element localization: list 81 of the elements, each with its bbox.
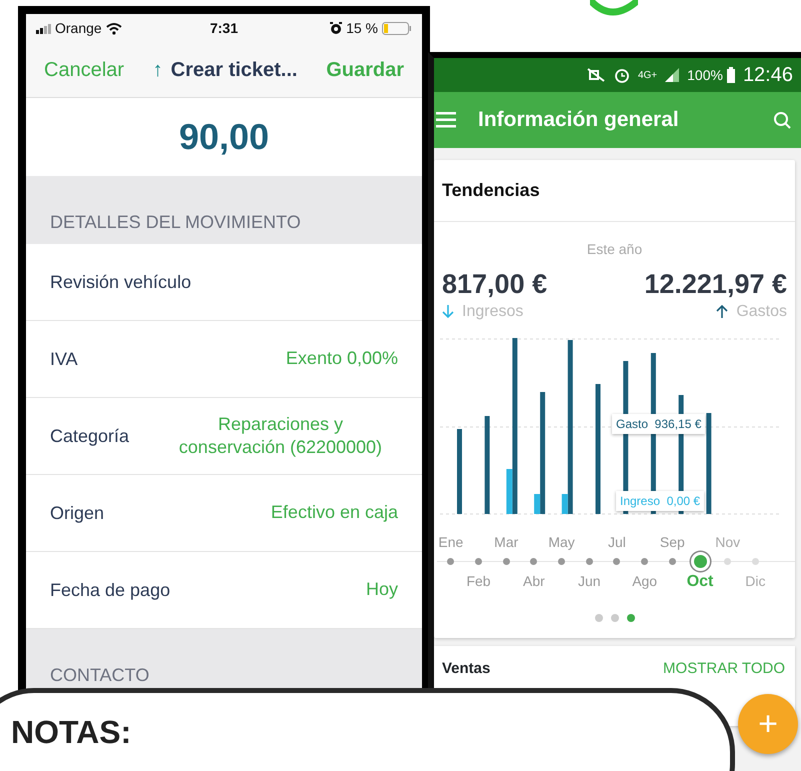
month-label[interactable]: Feb xyxy=(466,572,491,589)
mute-icon xyxy=(586,67,606,83)
page-dot[interactable] xyxy=(594,614,602,622)
battery-icon xyxy=(726,67,735,83)
income-bar xyxy=(506,468,512,514)
month-dot[interactable] xyxy=(502,558,510,565)
month-dot[interactable] xyxy=(690,552,710,571)
network-type: 4G+ xyxy=(638,68,658,82)
income-bar xyxy=(534,494,540,514)
form-row[interactable]: Categoría Reparaciones y conservación (62200000) xyxy=(26,398,422,475)
chart-tooltip: Ingreso 0,00 € xyxy=(616,490,704,511)
amount-value: 90,00 xyxy=(178,115,270,159)
month-dot[interactable] xyxy=(558,558,566,565)
form-row[interactable]: Origen Efectivo en caja xyxy=(26,475,422,552)
show-all-link[interactable]: MOSTRAR TODO xyxy=(663,658,785,680)
month-label[interactable]: Jun xyxy=(578,572,601,589)
month-dot[interactable] xyxy=(668,558,676,565)
card-title: Tendencias xyxy=(442,179,540,202)
menu-button[interactable] xyxy=(436,112,456,128)
search-button[interactable] xyxy=(773,111,791,129)
month-label[interactable]: Ago xyxy=(632,572,658,589)
search-icon xyxy=(773,111,791,129)
add-button[interactable]: + xyxy=(738,694,798,754)
battery-icon xyxy=(382,22,412,34)
status-time: 12:46 xyxy=(742,63,793,88)
field-label: IVA xyxy=(50,348,78,370)
month-dot[interactable] xyxy=(586,558,593,565)
cancel-link[interactable]: Cancelar xyxy=(44,54,124,84)
wifi-icon xyxy=(106,22,122,34)
month-dot[interactable] xyxy=(447,558,454,565)
month-label[interactable]: Jul xyxy=(608,534,626,550)
down-arrow-icon xyxy=(442,305,454,318)
field-value: Exento 0,00% xyxy=(286,347,398,370)
field-value: Hoy xyxy=(366,578,398,602)
month-label[interactable]: Mar xyxy=(494,534,518,550)
month-label[interactable]: May xyxy=(548,534,575,550)
notes-title: NOTAS: xyxy=(11,714,132,750)
income-bar xyxy=(562,494,568,514)
period-label: Este año xyxy=(586,241,642,257)
alarm-icon xyxy=(330,22,342,34)
month-label[interactable]: Oct xyxy=(686,572,714,590)
month-label[interactable]: Ene xyxy=(438,534,464,550)
expense-total: 12.221,97 € xyxy=(644,270,787,300)
section-header: DETALLES DEL MOVIMIENTO xyxy=(50,211,301,234)
field-value: Reparaciones y conservación (62200000) xyxy=(178,412,384,459)
field-label: Origen xyxy=(50,502,104,525)
field-label: Revisión vehículo xyxy=(50,270,192,294)
alarm-icon xyxy=(614,67,630,83)
form-row[interactable]: Revisión vehículo xyxy=(26,244,422,321)
month-dot[interactable] xyxy=(613,558,620,565)
battery-percent: 15 % xyxy=(346,18,378,38)
section-header: CONTACTO xyxy=(50,664,150,687)
field-value: Efectivo en caja xyxy=(270,501,398,524)
month-dot[interactable] xyxy=(475,558,482,565)
screen-title: Crear ticket... xyxy=(170,58,298,82)
page-dot[interactable] xyxy=(626,614,634,622)
month-label[interactable]: Sep xyxy=(660,534,685,550)
page-dot[interactable] xyxy=(610,614,618,622)
battery-percent: 100% xyxy=(687,66,723,84)
field-label: Categoría xyxy=(50,424,130,448)
arc-icon xyxy=(590,0,638,18)
month-label[interactable]: Abr xyxy=(523,572,545,589)
up-arrow: ↑ xyxy=(152,58,163,82)
month-dot[interactable] xyxy=(641,558,648,565)
status-time: 7:31 xyxy=(210,20,238,36)
chart-tooltip: Gasto 936,15 € xyxy=(612,414,706,434)
carrier-name: Orange xyxy=(55,18,102,38)
field-label: Fecha de pago xyxy=(50,578,170,602)
save-link[interactable]: Guardar xyxy=(326,54,404,84)
signal-icon xyxy=(665,68,680,82)
month-dot[interactable] xyxy=(530,558,538,565)
form-row[interactable]: Fecha de pago Hoy xyxy=(26,552,422,629)
up-arrow-icon xyxy=(716,305,728,318)
form-row[interactable]: IVA Exento 0,00% xyxy=(26,321,422,398)
app-title: Información general xyxy=(478,107,680,134)
menu-icon xyxy=(436,112,456,128)
income-total: 817,00 € xyxy=(442,270,548,300)
signal-icon xyxy=(36,22,51,34)
card-title: Ventas xyxy=(442,658,490,679)
expense-label: Gastos xyxy=(736,302,787,322)
income-label: Ingresos xyxy=(462,302,524,322)
